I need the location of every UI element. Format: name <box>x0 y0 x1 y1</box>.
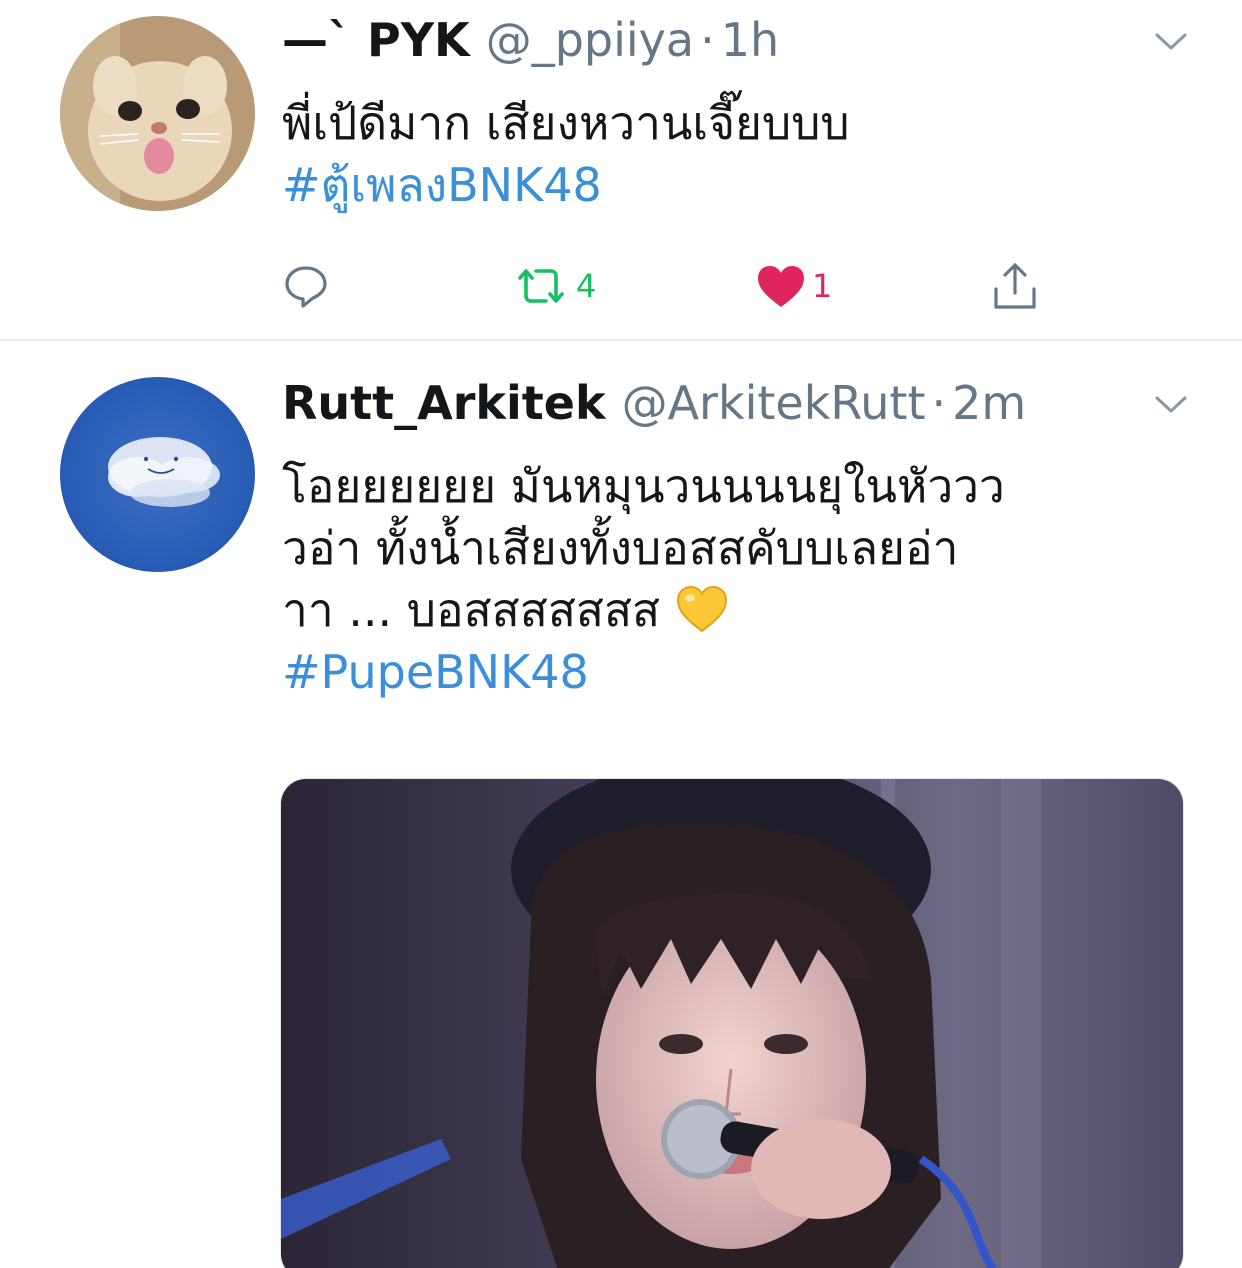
avatar[interactable] <box>60 16 255 211</box>
cat-avatar-icon <box>60 16 255 211</box>
yellow-heart-emoji-icon <box>675 584 729 634</box>
like-button[interactable]: 1 <box>756 258 832 314</box>
timestamp[interactable]: 2m <box>952 373 1026 433</box>
tweet-text-line: าา ... บอสสสสสสส <box>282 579 1182 641</box>
tweet-text-line: พี่เป้ดีมาก เสียงหวานเจี๊ยบบบ <box>282 96 850 150</box>
tweet-media-photo[interactable] <box>280 778 1184 1268</box>
hashtag-link[interactable]: #ตู้เพลงBNK48 <box>282 154 1182 216</box>
separator: · <box>700 13 715 67</box>
retweet-icon <box>518 269 564 303</box>
tweet-actions: 4 1 <box>282 258 1082 314</box>
tweet-text-line: โอยยยยยย มันหมุนวนนนนยุในหัววว <box>282 459 1005 513</box>
singer-photo-icon <box>281 779 1183 1268</box>
tweet-text: พี่เป้ดีมาก เสียงหวานเจี๊ยบบบ #ตู้เพลงBN… <box>282 92 1182 216</box>
tweet[interactable]: Rutt_Arkitek @ArkitekRutt · 2m โอยยยยยย … <box>0 341 1242 1268</box>
cloud-avatar-icon <box>60 377 255 572</box>
display-name[interactable]: —` PYK <box>282 10 470 70</box>
timeline-feed: —` PYK @_ppiiya · 1h พี่เป้ดีมาก เสียงหว… <box>0 0 1242 1268</box>
chevron-down-icon[interactable] <box>1154 395 1188 415</box>
chevron-down-icon[interactable] <box>1154 32 1188 52</box>
tweet-text-line: วอ่า ทั้งน้ำเสียงทั้งบอสสคับบเลยอ่า <box>282 521 959 575</box>
display-name[interactable]: Rutt_Arkitek <box>282 373 606 433</box>
reply-icon <box>285 266 327 308</box>
timestamp[interactable]: 1h <box>721 10 779 70</box>
share-icon <box>994 263 1036 309</box>
like-count: 1 <box>812 267 833 305</box>
tweet-text: โอยยยยยย มันหมุนวนนนนยุในหัววว วอ่า ทั้ง… <box>282 455 1182 703</box>
user-handle[interactable]: @_ppiiya <box>486 10 694 70</box>
heart-icon <box>758 266 804 307</box>
reply-button[interactable] <box>282 258 330 314</box>
user-handle[interactable]: @ArkitekRutt <box>622 373 926 433</box>
retweet-count: 4 <box>576 267 597 305</box>
avatar[interactable] <box>60 377 255 572</box>
tweet[interactable]: —` PYK @_ppiiya · 1h พี่เป้ดีมาก เสียงหว… <box>0 0 1242 340</box>
separator: · <box>931 376 947 430</box>
tweet-header: —` PYK @_ppiiya · 1h <box>282 10 779 70</box>
hashtag-link[interactable]: #PupeBNK48 <box>282 641 1182 703</box>
tweet-text-fragment: าา ... บอสสสสสสส <box>282 583 661 637</box>
retweet-button[interactable]: 4 <box>512 258 596 314</box>
share-button[interactable] <box>990 258 1040 314</box>
tweet-header: Rutt_Arkitek @ArkitekRutt · 2m <box>282 373 1026 433</box>
